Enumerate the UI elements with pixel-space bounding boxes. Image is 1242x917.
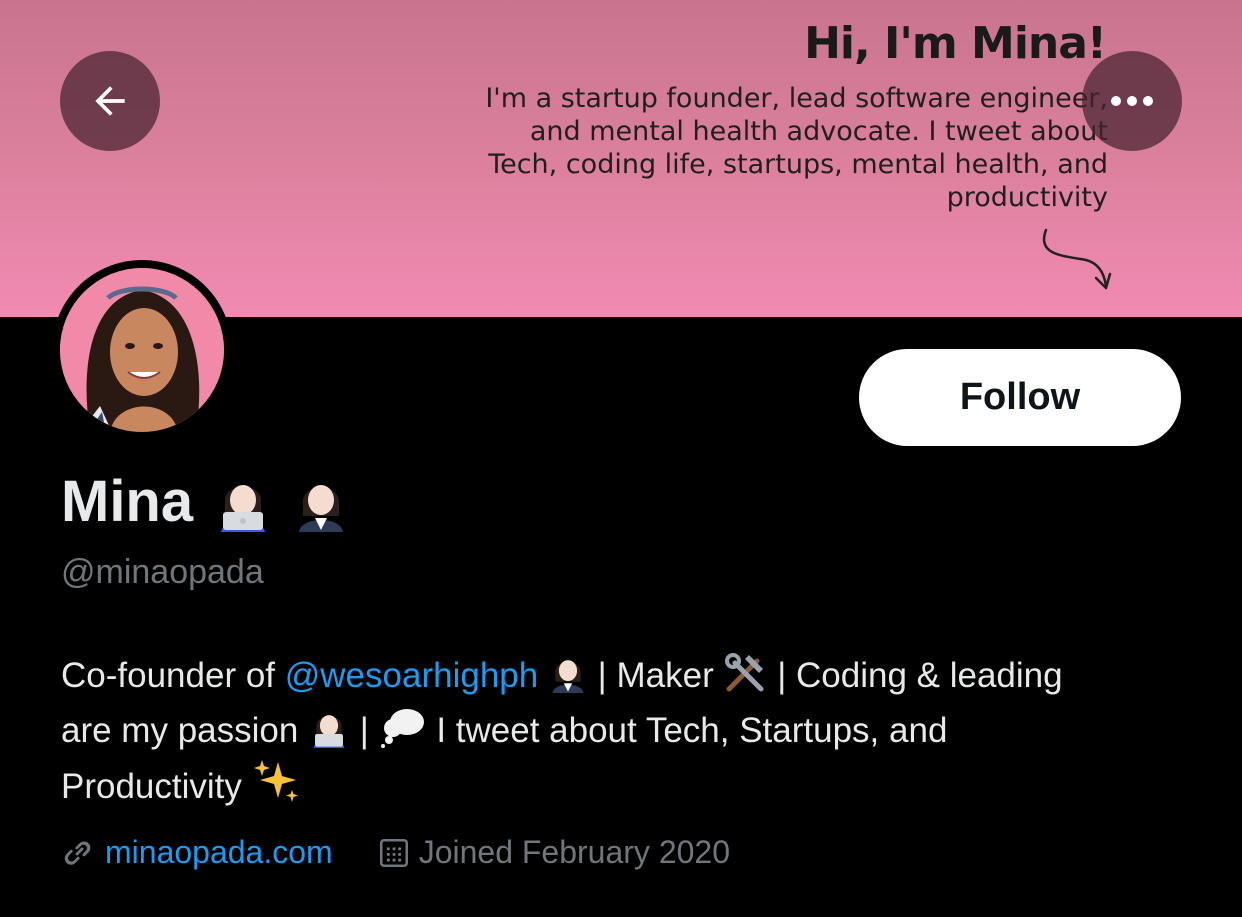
mention-link[interactable]: @wesoarhighph	[285, 656, 538, 695]
bio-line-1: Co-founder of @wesoarhighph | Maker | Co…	[61, 648, 1201, 703]
more-options-button[interactable]	[1082, 51, 1182, 151]
arrow-left-icon	[95, 86, 125, 116]
bio-text: Co-founder of	[61, 656, 285, 695]
technologist-emoji-icon	[221, 484, 266, 532]
website-item[interactable]: minaopada.com	[61, 834, 333, 871]
sparkles-emoji-icon	[253, 760, 298, 802]
bio-text: |	[350, 711, 379, 750]
website-link[interactable]: minaopada.com	[105, 834, 333, 871]
bio-text: I tweet about Tech, Startups, and	[426, 711, 948, 750]
profile-banner: Hi, I'm Mina! I'm a startup founder, lea…	[0, 0, 1242, 317]
bio-text: are my passion	[61, 711, 309, 750]
display-name-row: Mina	[61, 468, 349, 535]
office-worker-emoji-icon	[299, 484, 344, 532]
banner-text: I'm a startup founder, lead software eng…	[485, 83, 1108, 213]
bio-line-2: are my passion | I tweet about Tech, Sta…	[61, 703, 1201, 758]
profile-meta-row: minaopada.com Joined February 2020	[61, 834, 730, 871]
joined-item: Joined February 2020	[377, 834, 730, 871]
technologist-emoji-icon	[313, 715, 345, 748]
bio-text: Productivity	[61, 767, 252, 806]
curved-arrow-icon	[1042, 228, 1112, 290]
bio-line-3: Productivity	[61, 758, 1201, 814]
more-horizontal-icon	[1111, 96, 1153, 106]
back-button[interactable]	[60, 51, 160, 151]
avatar-photo	[60, 268, 224, 432]
bio-text: | Maker	[587, 656, 724, 695]
link-icon	[64, 840, 91, 865]
avatar[interactable]	[52, 260, 232, 440]
username-handle: @minaopada	[61, 553, 264, 591]
office-worker-emoji-icon	[552, 660, 584, 693]
hammer-and-wrench-emoji-icon	[725, 653, 764, 692]
joined-date: Joined February 2020	[418, 834, 730, 870]
profile-page: Hi, I'm Mina! I'm a startup founder, lea…	[0, 0, 1242, 917]
follow-button[interactable]: Follow	[859, 349, 1181, 446]
display-name: Mina	[61, 469, 194, 534]
bio-text: | Coding & leading	[767, 656, 1063, 695]
calendar-icon	[379, 838, 408, 867]
thought-balloon-emoji-icon	[380, 709, 424, 748]
profile-bio: Co-founder of @wesoarhighph | Maker | Co…	[61, 648, 1201, 814]
banner-title: Hi, I'm Mina!	[804, 18, 1107, 69]
